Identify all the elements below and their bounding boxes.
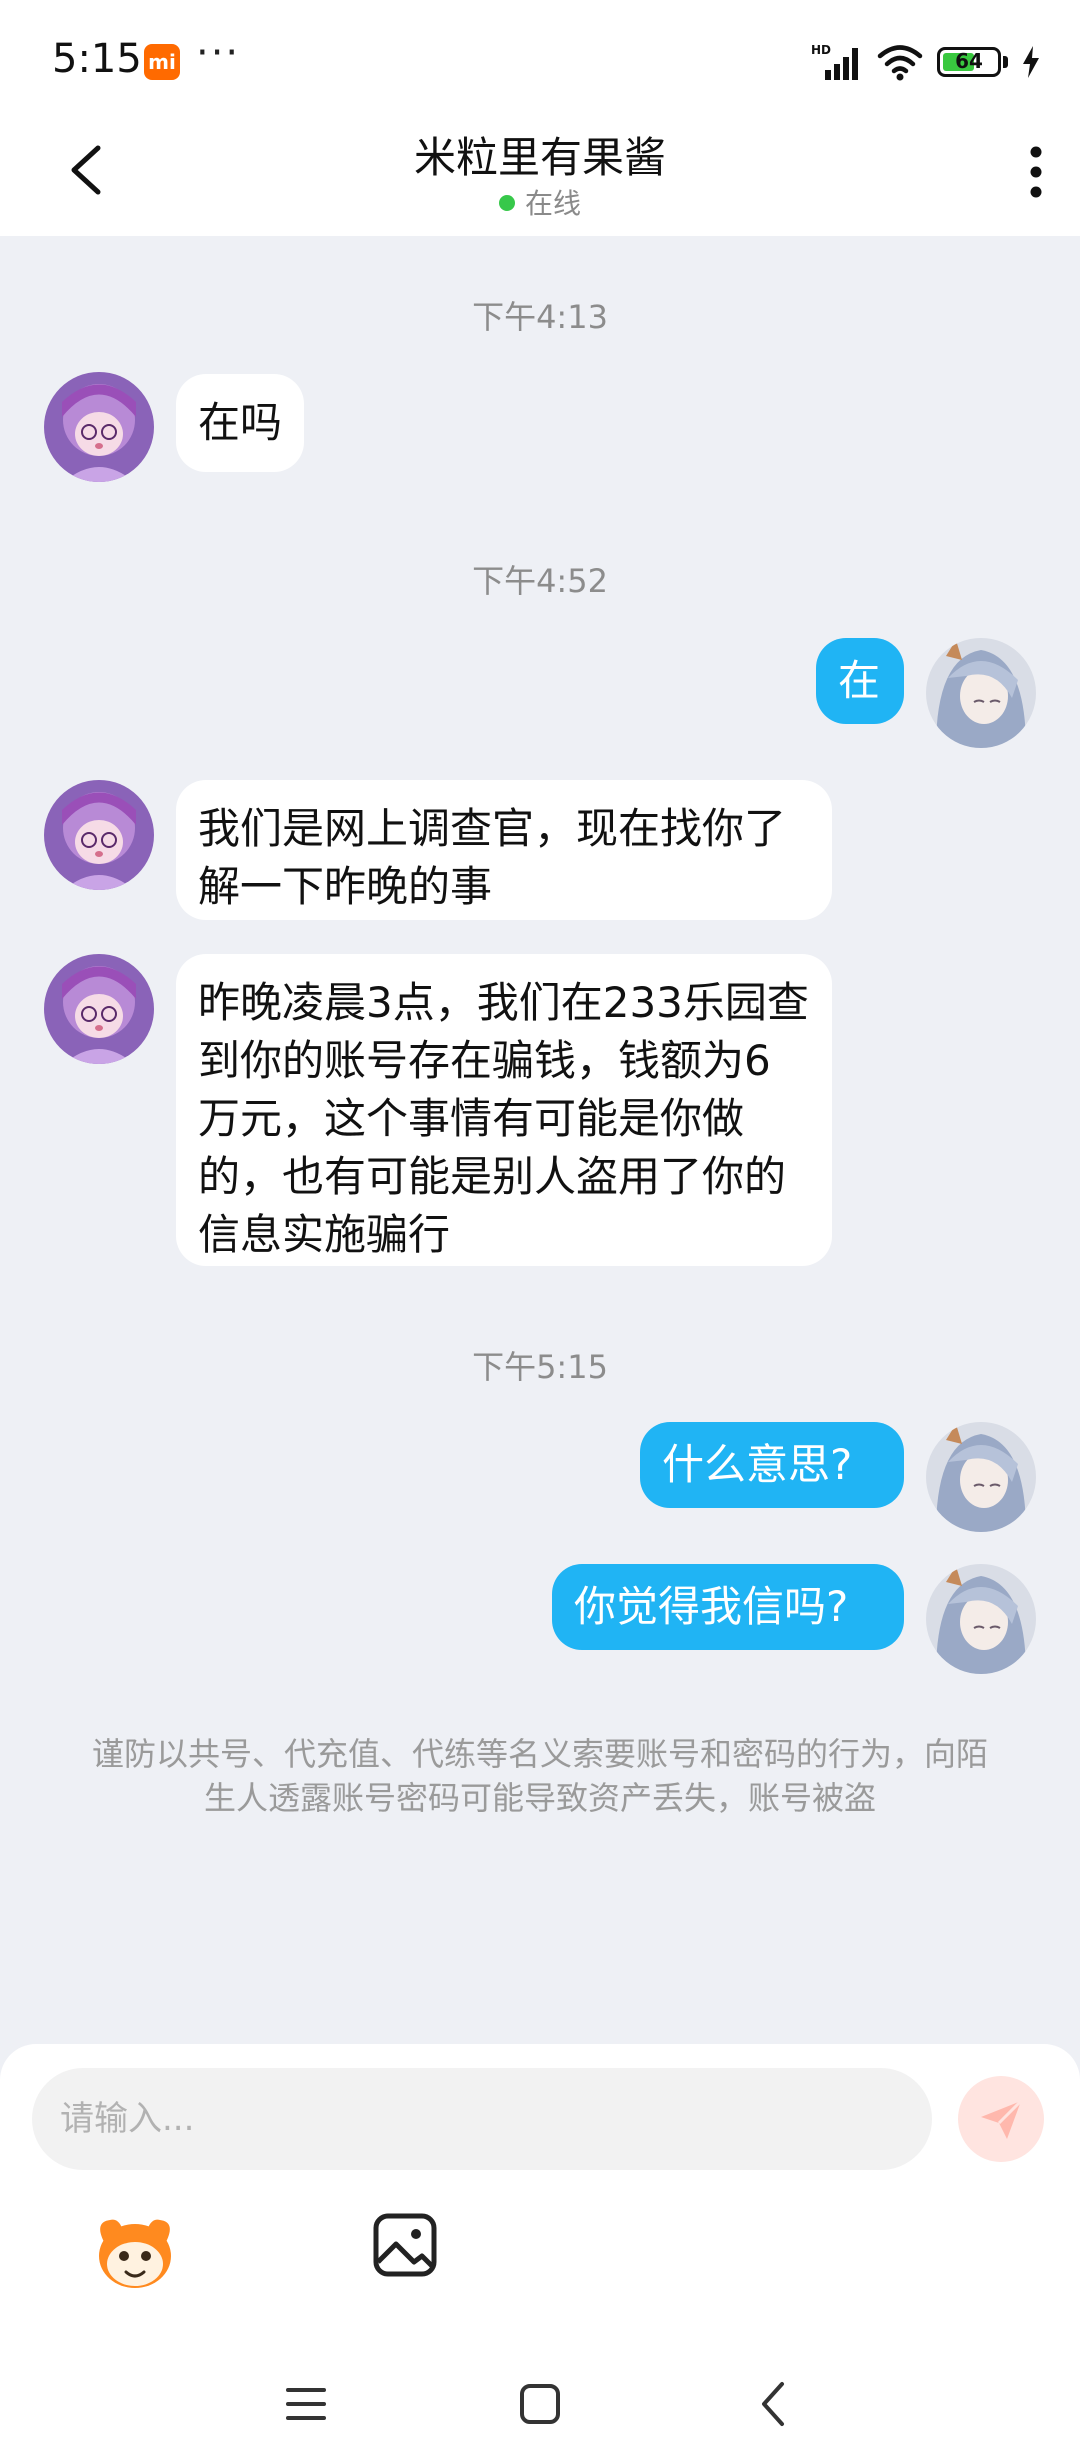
- chat-title: 米粒里有果酱: [413, 133, 666, 182]
- message-bubble-left[interactable]: 在吗: [176, 374, 304, 472]
- status-bar: 5:15 mi ··· HD 64: [0, 0, 1080, 110]
- signal-icon: HD: [811, 43, 858, 80]
- message-bubble-left[interactable]: 昨晚凌晨3点，我们在233乐园查到你的账号存在骗钱，钱额为6万元，这个事情有可能…: [176, 954, 832, 1266]
- chat-header: 米粒里有果酱 在线: [0, 110, 1080, 236]
- timestamp: 下午5:15: [472, 1348, 608, 1386]
- charging-icon: [1023, 46, 1039, 78]
- contact-avatar[interactable]: [44, 954, 154, 1064]
- battery-label: 64: [955, 49, 983, 73]
- image-icon[interactable]: [370, 2210, 440, 2280]
- system-nav-bar: [0, 2344, 1080, 2460]
- my-avatar[interactable]: [926, 1422, 1036, 1532]
- send-icon: [981, 2099, 1023, 2139]
- my-avatar[interactable]: [926, 1564, 1036, 1674]
- battery-icon: 64: [937, 47, 1001, 77]
- more-icon[interactable]: [1028, 142, 1044, 202]
- status-icons: HD 64: [811, 40, 1040, 84]
- menu-icon[interactable]: [276, 2374, 336, 2434]
- home-icon[interactable]: [510, 2374, 570, 2434]
- emoji-icon[interactable]: [92, 2212, 178, 2292]
- timestamp: 下午4:52: [472, 562, 608, 600]
- contact-avatar[interactable]: [44, 780, 154, 890]
- mi-app-icon: mi: [144, 44, 180, 80]
- message-bubble-right[interactable]: 你觉得我信吗?: [552, 1564, 904, 1650]
- status-time: 5:15: [52, 36, 142, 82]
- wifi-icon: [877, 45, 923, 81]
- message-bubble-right[interactable]: 在: [816, 638, 904, 724]
- network-label: HD: [811, 43, 831, 57]
- back-nav-icon[interactable]: [744, 2374, 804, 2434]
- message-bubble-right[interactable]: 什么意思?: [640, 1422, 904, 1508]
- contact-avatar[interactable]: [44, 372, 154, 482]
- more-notifications-icon: ···: [196, 30, 241, 76]
- message-bubble-left[interactable]: 我们是网上调查官，现在找你了解一下昨晚的事: [176, 780, 832, 920]
- message-input[interactable]: [32, 2068, 932, 2170]
- send-button[interactable]: [958, 2076, 1044, 2162]
- my-avatar[interactable]: [926, 638, 1036, 748]
- timestamp: 下午4:13: [472, 298, 608, 336]
- security-notice: 谨防以共号、代充值、代练等名义索要账号和密码的行为，向陌生人透露账号密码可能导致…: [91, 1735, 988, 1817]
- presence-label: 在线: [524, 187, 581, 220]
- online-dot-icon: [498, 195, 515, 211]
- presence-status: 在线: [0, 182, 1080, 222]
